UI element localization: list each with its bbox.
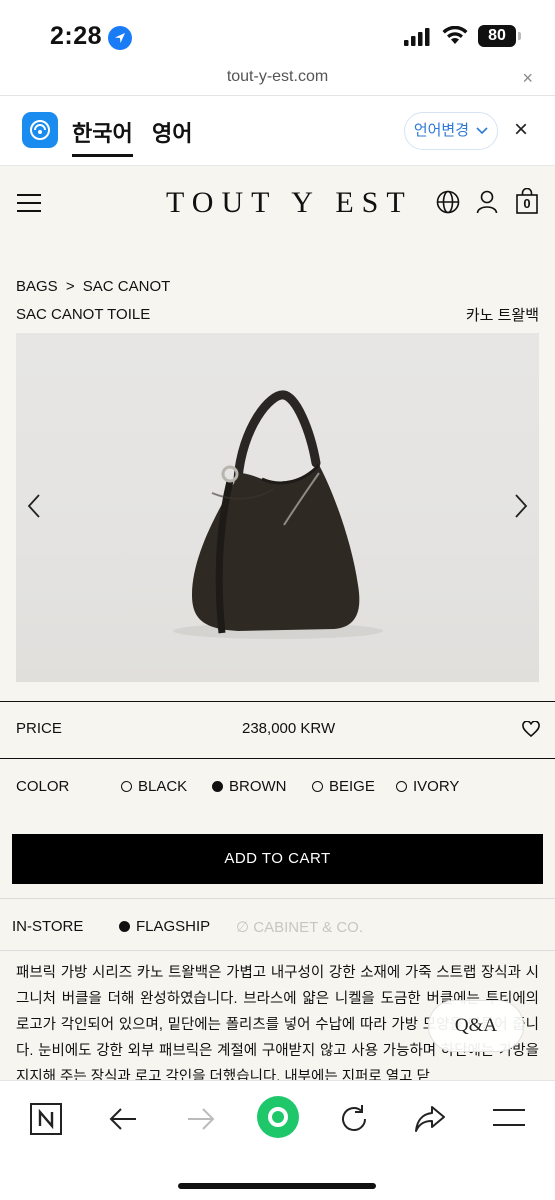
url-text[interactable]: tout-y-est.com [0,68,555,86]
location-arrow-icon [108,26,132,50]
color-name: BROWN [229,778,287,795]
radio-dot-icon [396,781,407,792]
bag-illustration [173,390,383,639]
color-option-black[interactable]: BLACK [121,778,187,795]
previous-image-arrow-icon[interactable] [26,493,42,519]
divider-instore-bottom [0,950,555,951]
price-value: 238,000 KRW [242,720,336,737]
price-label: PRICE [16,720,62,737]
heart-icon[interactable] [522,721,540,737]
user-icon[interactable] [476,190,498,214]
radio-dot-icon [312,781,323,792]
shopping-bag-icon[interactable]: 0 [516,188,538,214]
change-language-label: 언어변경 [413,122,470,139]
cart-count: 0 [523,196,531,211]
color-label: COLOR [16,778,70,795]
product-title: SAC CANOT TOILE [16,306,151,323]
translation-bar: 한국어 영어 언어변경 × [0,96,555,166]
color-name: BEIGE [329,778,375,795]
in-store-row: IN-STORE FLAGSHIP ∅ CABINET & CO. [0,900,555,950]
store-flagship[interactable]: FLAGSHIP [119,918,210,935]
divider-middle [0,758,555,759]
in-store-label: IN-STORE [12,918,84,935]
share-icon[interactable] [414,1105,446,1133]
store-cabinet-unavailable: ∅ CABINET & CO. [236,919,363,936]
status-bar: 2:28 80 [0,0,555,66]
color-option-beige[interactable]: BEIGE [312,778,375,795]
radio-dot-selected-icon [212,781,223,792]
breadcrumb-sac-canot[interactable]: SAC CANOT [83,278,171,295]
tab-language-korean[interactable]: 한국어 [72,116,133,157]
translator-app-icon [22,112,58,148]
store-available-dot-icon [119,921,130,932]
browser-toolbar [0,1080,555,1200]
refresh-icon[interactable] [338,1103,370,1135]
site-logo[interactable]: TOUT Y EST [166,186,413,220]
url-bar[interactable]: tout-y-est.com × [0,66,555,96]
color-row: COLOR BLACK BROWN BEIGE IVORY [0,760,555,816]
store-flagship-label: FLAGSHIP [136,918,211,935]
color-option-brown[interactable]: BROWN [212,778,287,795]
next-image-arrow-icon[interactable] [513,493,529,519]
menu-lines-icon[interactable] [492,1108,526,1128]
url-close-icon[interactable]: × [522,68,533,89]
product-image[interactable] [16,333,539,682]
chevron-down-icon [476,127,488,135]
breadcrumb: BAGS > SAC CANOT [16,278,174,295]
wifi-icon [442,26,468,44]
site-header: TOUT Y EST 0 [0,166,555,246]
tab-language-english[interactable]: 영어 [152,116,192,148]
color-name: BLACK [138,778,188,795]
battery-indicator: 80 [478,25,516,47]
breadcrumb-bags[interactable]: BAGS [16,278,58,295]
breadcrumb-separator: > [65,278,75,295]
menu-icon[interactable] [17,194,41,212]
color-name: IVORY [413,778,460,795]
naver-home-icon[interactable] [30,1103,62,1135]
price-row: PRICE 238,000 KRW [0,702,555,758]
radio-dot-icon [121,781,132,792]
cellular-signal-icon [404,28,430,46]
translation-close-icon[interactable]: × [514,116,528,144]
divider-instore-top [0,898,555,899]
back-arrow-icon[interactable] [108,1107,138,1131]
add-to-cart-button[interactable]: ADD TO CART [12,834,543,884]
home-indicator [178,1183,376,1189]
qa-button[interactable]: Q&A [428,1000,524,1052]
product-title-korean: 카노 트왈백 [465,307,539,324]
globe-icon[interactable] [436,190,460,214]
forward-arrow-icon[interactable] [186,1107,216,1131]
color-option-ivory[interactable]: IVORY [396,778,459,795]
status-time: 2:28 [50,22,103,50]
change-language-button[interactable]: 언어변경 [404,112,498,150]
green-dot-icon[interactable] [257,1096,299,1138]
battery-cap [518,32,521,40]
